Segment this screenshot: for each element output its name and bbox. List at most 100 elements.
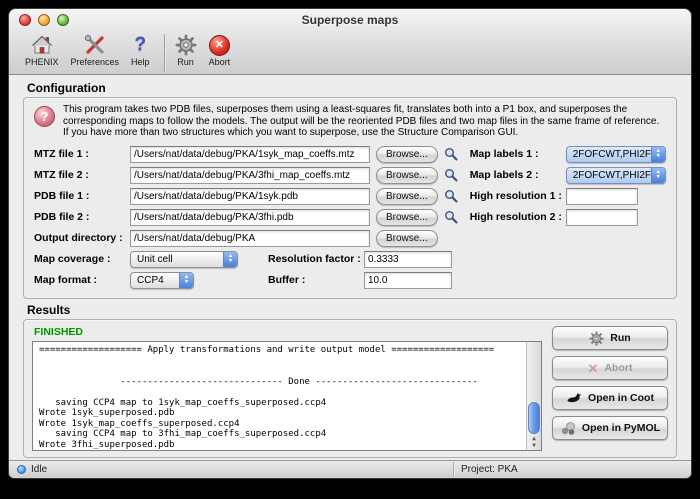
configuration-panel: ? This program takes two PDB files, supe… [23,97,677,299]
pdb-file-2-input[interactable] [130,209,370,226]
toolbar-label: PHENIX [25,57,59,67]
toolbar: PHENIX Preferences ? Help [9,31,691,75]
high-resolution-2-input[interactable] [566,209,638,226]
map-coverage-dropdown[interactable]: Unit cell ▲▼ [130,251,238,268]
form-row: Map format : CCP4 ▲▼ Buffer : [32,270,668,291]
window-title: Superpose maps [9,13,691,27]
open-in-pymol-button[interactable]: Open in PyMOL [552,416,668,440]
help-toolbar-button[interactable]: ? Help [131,32,150,67]
browse-button[interactable]: Browse... [376,209,438,226]
console-line: saving CCP4 map to 3fhi_map_coeffs_super… [39,429,521,440]
magnifier-icon[interactable] [442,188,460,205]
magnifier-icon[interactable] [442,209,460,226]
button-label: Open in PyMOL [582,422,660,434]
help-icon: ? [135,32,147,58]
mtz-file-1-input[interactable] [130,146,370,163]
pdb-file-1-input[interactable] [130,188,370,205]
console-line: Wrote 1syk_superposed.pdb [39,408,521,419]
title-bar[interactable]: Superpose maps [9,9,691,31]
mtz-file-1-label: MTZ file 1 : [34,148,130,160]
magnifier-icon[interactable] [442,146,460,163]
browse-button[interactable]: Browse... [376,167,438,184]
abort-x-icon: ✕ [588,362,599,375]
map-labels-2-dropdown[interactable]: 2FOFCWT,PHI2FOF... ▲▼ [566,167,666,184]
resolution-factor-input[interactable] [364,251,452,268]
toolbar-label: Abort [209,57,231,67]
buffer-label: Buffer : [268,274,364,286]
dropdown-arrows-icon: ▲▼ [651,147,665,162]
console-line: =================== Apply transformation… [39,345,521,356]
window-chrome: Superpose maps PHENIX [9,9,691,75]
toolbar-label: Help [131,57,150,67]
app-window: Superpose maps PHENIX [8,8,692,479]
console-line [39,387,521,398]
form-row: PDB file 1 : Browse... High resolution 1… [32,186,668,207]
form-row: MTZ file 2 : Browse... Map labels 2 : 2F… [32,165,668,186]
browse-button[interactable]: Browse... [376,146,438,163]
console-output[interactable]: =================== Apply transformation… [32,341,542,451]
dropdown-arrows-icon: ▲▼ [651,168,665,183]
home-icon [30,32,54,58]
dropdown-value: CCP4 [137,275,164,286]
console-line: Wrote 3fhi_map_coeffs_superposed.ccp4 [39,450,521,451]
browse-button[interactable]: Browse... [376,230,438,247]
configuration-heading: Configuration [27,81,106,95]
map-coverage-label: Map coverage : [34,253,130,265]
abort-button[interactable]: ✕ Abort [552,356,668,380]
high-resolution-1-input[interactable] [566,188,638,205]
statusbar-divider [453,462,454,477]
browse-button[interactable]: Browse... [376,188,438,205]
form-row: MTZ file 1 : Browse... Map labels 1 : 2F… [32,144,668,165]
mtz-file-2-label: MTZ file 2 : [34,169,130,181]
tools-icon [83,32,107,58]
open-in-coot-button[interactable]: Open in Coot [552,386,668,410]
run-toolbar-button[interactable]: Run [175,32,197,67]
console-line: ------------------------------ Done ----… [39,377,521,388]
gear-icon [589,331,604,346]
map-labels-1-label: Map labels 1 : [470,148,566,160]
map-labels-1-dropdown[interactable]: 2FOFCWT,PHI2FOF... ▲▼ [566,146,666,163]
preferences-toolbar-button[interactable]: Preferences [71,32,120,67]
console-line: Wrote 1syk_map_coeffs_superposed.ccp4 [39,419,521,430]
buffer-input[interactable] [364,272,452,289]
scrollbar-thumb[interactable] [528,402,540,434]
map-format-label: Map format : [34,274,130,286]
mtz-file-2-input[interactable] [130,167,370,184]
console-line [39,366,521,377]
program-description: ? This program takes two PDB files, supe… [34,104,668,139]
form-row: Output directory : Browse... [32,228,668,249]
button-label: Open in Coot [588,392,654,404]
console-line: saving CCP4 map to 1syk_map_coeffs_super… [39,398,521,409]
abort-toolbar-button[interactable]: ✕ Abort [209,32,231,67]
window-body: Configuration ? This program takes two P… [9,76,691,460]
abort-icon: ✕ [209,32,230,58]
scrollbar-arrows-icon[interactable]: ▲▼ [527,435,541,449]
results-panel: FINISHED =================== Apply trans… [23,319,677,458]
output-directory-label: Output directory : [34,232,130,244]
phenix-toolbar-button[interactable]: PHENIX [25,32,59,67]
magnifier-icon[interactable] [442,167,460,184]
console-line [39,356,521,367]
button-label: Abort [604,362,632,374]
description-text: This program takes two PDB files, superp… [63,104,668,139]
dropdown-arrows-icon: ▲▼ [179,273,193,288]
status-indicator-icon [17,465,26,474]
high-resolution-1-label: High resolution 1 : [470,190,566,202]
project-label: Project: PKA [461,464,518,475]
pdb-file-1-label: PDB file 1 : [34,190,130,202]
toolbar-divider [164,34,165,72]
resolution-factor-label: Resolution factor : [268,253,364,265]
dropdown-arrows-icon: ▲▼ [223,252,237,267]
map-format-dropdown[interactable]: CCP4 ▲▼ [130,272,194,289]
toolbar-label: Preferences [71,57,120,67]
run-button[interactable]: Run [552,326,668,350]
status-text: Idle [31,464,47,475]
output-directory-input[interactable] [130,230,370,247]
console-line: Wrote 3fhi_superposed.pdb [39,440,521,451]
dropdown-value: Unit cell [137,254,173,265]
button-label: Run [610,332,630,344]
coot-bird-icon [566,390,582,406]
results-heading: Results [27,303,70,317]
pymol-icon [560,420,576,436]
console-scrollbar[interactable]: ▲▼ [526,342,541,450]
